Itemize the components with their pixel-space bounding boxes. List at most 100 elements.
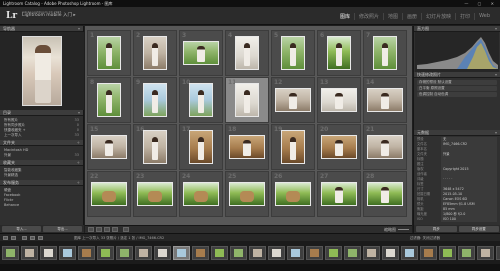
grid-cell[interactable]: 11 <box>225 77 269 123</box>
filmstrip-thumbnail[interactable] <box>458 245 475 260</box>
module-tab[interactable]: 地图 <box>383 13 402 20</box>
sync-settings-button[interactable]: 同步设置 <box>458 226 499 232</box>
grid-cell[interactable]: 22 <box>87 171 131 217</box>
grid-cell[interactable]: 3 <box>179 30 223 76</box>
grid-cell[interactable]: 9 <box>133 77 177 123</box>
grid-cell[interactable]: 10 <box>179 77 223 123</box>
grid-nav-icon[interactable] <box>22 236 27 240</box>
grid-cell[interactable]: 26 <box>271 171 315 217</box>
grid-cell[interactable]: 5 <box>271 30 315 76</box>
metadata-value[interactable]: ISO 100 <box>441 217 497 222</box>
photo-thumbnail[interactable] <box>189 83 213 117</box>
grid-cell[interactable]: 2 <box>133 30 177 76</box>
module-tab[interactable]: 图库 <box>336 13 354 20</box>
filmstrip-thumbnail[interactable] <box>268 245 285 260</box>
filmstrip-thumbnail[interactable] <box>230 245 247 260</box>
filmstrip-thumbnail[interactable] <box>97 245 114 260</box>
photo-thumbnail[interactable] <box>183 182 219 206</box>
collections-header[interactable]: 收藏夹 + <box>0 160 83 166</box>
photo-thumbnail[interactable] <box>367 135 403 159</box>
photo-thumbnail[interactable] <box>275 182 311 206</box>
photo-thumbnail[interactable] <box>143 36 167 70</box>
forward-icon[interactable] <box>38 236 43 240</box>
grid-cell[interactable]: 24 <box>179 171 223 217</box>
grid-cell[interactable]: 15 <box>87 124 131 170</box>
photo-thumbnail[interactable] <box>143 83 167 117</box>
compare-view-icon[interactable] <box>104 227 110 232</box>
photo-thumbnail[interactable] <box>91 135 127 159</box>
quick-develop-header[interactable]: 快速修改照片 ▾ <box>414 72 500 78</box>
photo-thumbnail[interactable] <box>321 88 357 112</box>
module-tab[interactable]: Web <box>474 13 494 20</box>
photo-thumbnail[interactable] <box>229 182 265 206</box>
grid-cell[interactable]: 6 <box>317 30 361 76</box>
filmstrip-thumbnail[interactable] <box>401 245 418 260</box>
filmstrip-thumbnail[interactable] <box>116 245 133 260</box>
photo-thumbnail[interactable] <box>97 83 121 117</box>
grid-cell[interactable]: 13 <box>317 77 361 123</box>
photo-thumbnail[interactable] <box>189 130 213 164</box>
photo-thumbnail[interactable] <box>281 36 305 70</box>
grid-cell[interactable]: 4 <box>225 30 269 76</box>
grid-cell[interactable]: 14 <box>363 77 407 123</box>
grid-cell[interactable]: 23 <box>133 171 177 217</box>
identity-line2[interactable]: Lightroom mobile 入门 ▸ <box>22 13 76 18</box>
photo-thumbnail[interactable] <box>143 130 167 164</box>
secondary-window-icon[interactable] <box>11 236 16 240</box>
photo-thumbnail[interactable] <box>137 182 173 206</box>
grid-cell[interactable]: 8 <box>87 77 131 123</box>
filmstrip-thumbnail[interactable] <box>439 245 456 260</box>
export-button[interactable]: 导出... <box>43 226 82 232</box>
grid-cell[interactable]: 18 <box>225 124 269 170</box>
survey-view-icon[interactable] <box>112 227 118 232</box>
filmstrip-thumbnail[interactable] <box>40 245 57 260</box>
grid-cell[interactable]: 21 <box>363 124 407 170</box>
catalog-header[interactable]: 目录 ▾ <box>0 110 83 116</box>
quick-develop-row[interactable]: 存储的预设 默认设置 <box>417 80 497 85</box>
back-icon[interactable] <box>30 236 35 240</box>
painter-icon[interactable] <box>123 227 129 232</box>
grid-cell[interactable]: 1 <box>87 30 131 76</box>
filmstrip-thumbnail[interactable] <box>192 245 209 260</box>
photo-thumbnail[interactable] <box>275 88 311 112</box>
window-controls[interactable]: — ▢ ✕ <box>464 0 498 7</box>
loupe-view-icon[interactable] <box>96 227 102 232</box>
filmstrip-thumbnail[interactable] <box>344 245 361 260</box>
grid-cell[interactable]: 7 <box>363 30 407 76</box>
filmstrip-thumbnail[interactable] <box>325 245 342 260</box>
quick-develop-row[interactable]: 色调控制 自动色调 <box>417 92 497 97</box>
filmstrip-thumbnail[interactable] <box>173 245 190 260</box>
metadata-header[interactable]: 元数据 ▾ <box>414 130 500 136</box>
photo-thumbnail[interactable] <box>281 130 305 164</box>
filmstrip-thumbnail[interactable] <box>420 245 437 260</box>
filmstrip-thumbnail[interactable] <box>21 245 38 260</box>
photo-thumbnail[interactable] <box>229 135 265 159</box>
filmstrip-thumbnail[interactable] <box>2 245 19 260</box>
photo-thumbnail[interactable] <box>235 36 259 70</box>
grid-cell[interactable]: 27 <box>317 171 361 217</box>
module-tab[interactable]: 修改照片 <box>354 13 383 20</box>
filmstrip-thumbnail[interactable] <box>496 245 500 260</box>
quick-develop-row[interactable]: 白平衡 原照设置 <box>417 86 497 91</box>
filmstrip-thumbnail[interactable] <box>477 245 494 260</box>
import-button[interactable]: 导入... <box>2 226 41 232</box>
sync-button[interactable]: 同步 <box>416 226 457 232</box>
navigator-preview[interactable] <box>0 32 84 110</box>
photo-thumbnail[interactable] <box>183 41 219 65</box>
grid-cell[interactable]: 12 <box>271 77 315 123</box>
grid-view-icon[interactable] <box>88 227 94 232</box>
primary-window-icon[interactable] <box>3 236 8 240</box>
photo-thumbnail[interactable] <box>97 36 121 70</box>
filmstrip-thumbnail[interactable] <box>382 245 399 260</box>
filmstrip-thumbnail[interactable] <box>59 245 76 260</box>
photo-thumbnail[interactable] <box>367 88 403 112</box>
photo-thumbnail[interactable] <box>321 135 357 159</box>
photo-thumbnail[interactable] <box>373 36 397 70</box>
photo-thumbnail[interactable] <box>367 182 403 206</box>
filmstrip-thumbnail[interactable] <box>249 245 266 260</box>
filmstrip-thumbnail[interactable] <box>287 245 304 260</box>
folder-item[interactable]: 外景 33 <box>0 153 83 158</box>
module-tab[interactable]: 幻灯片放映 <box>421 13 455 20</box>
photo-thumbnail[interactable] <box>327 36 351 70</box>
grid-cell[interactable]: 16 <box>133 124 177 170</box>
